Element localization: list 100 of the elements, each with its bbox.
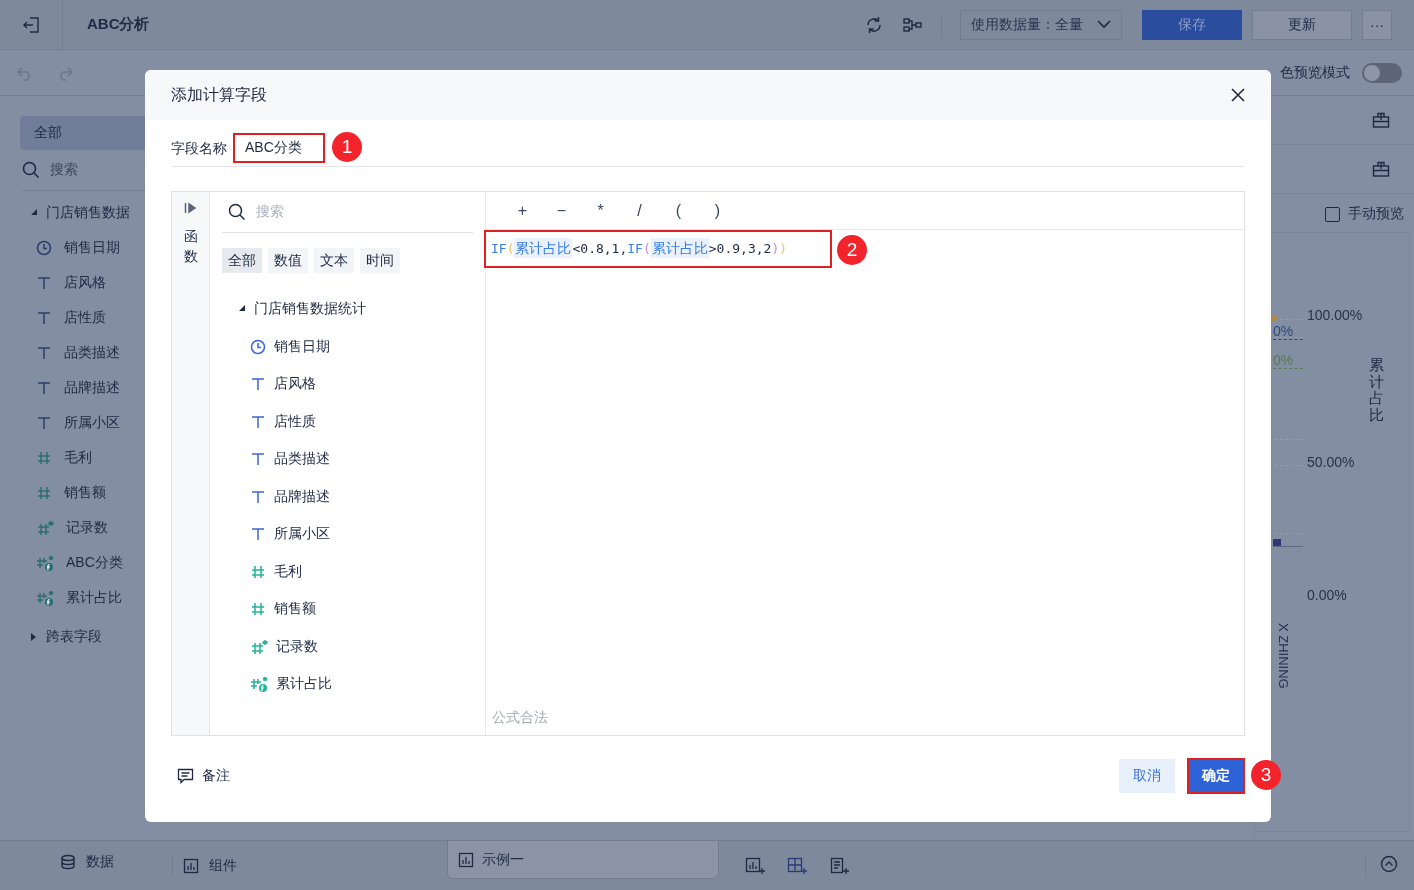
toggle-switch[interactable] bbox=[1362, 62, 1402, 83]
hash-icon bbox=[36, 449, 52, 466]
report-title: ABC分析 bbox=[87, 15, 150, 34]
data-scope-dropdown[interactable]: 使用数据量：全量 bbox=[960, 9, 1122, 40]
operator-button[interactable]: * bbox=[588, 201, 613, 220]
hash-icon bbox=[250, 638, 268, 655]
operator-button[interactable]: ) bbox=[705, 201, 730, 220]
field-item[interactable]: 所属小区 bbox=[274, 525, 330, 543]
line-label: 0% bbox=[1273, 323, 1303, 340]
confirm-button[interactable]: 确定 bbox=[1189, 760, 1243, 792]
more-button[interactable]: ··· bbox=[1362, 9, 1392, 40]
field-item[interactable]: 品类描述 bbox=[64, 343, 120, 362]
text-type-icon bbox=[250, 526, 266, 542]
field-item[interactable]: 记录数 bbox=[66, 518, 108, 537]
tab-label: 示例一 bbox=[482, 850, 524, 869]
refresh-icon[interactable] bbox=[865, 15, 883, 34]
operator-button[interactable]: / bbox=[627, 201, 652, 220]
manual-preview-label: 手动预览 bbox=[1348, 205, 1404, 223]
dialog-title: 添加计算字段 bbox=[171, 84, 267, 105]
field-item[interactable]: 店性质 bbox=[64, 308, 106, 327]
search-icon bbox=[228, 203, 246, 221]
field-filter-tab[interactable]: 全部 bbox=[20, 116, 145, 150]
sheet-tab[interactable]: 示例一 bbox=[447, 841, 719, 879]
expand-icon[interactable] bbox=[30, 632, 38, 641]
field-item[interactable]: 累计占比 bbox=[66, 588, 122, 607]
field-item[interactable]: 店性质 bbox=[274, 412, 316, 431]
bottom-tab[interactable]: 数据 bbox=[0, 841, 114, 883]
collapse-up-icon[interactable] bbox=[1380, 855, 1398, 873]
field-item[interactable]: 品类描述 bbox=[274, 450, 330, 468]
field-item[interactable]: 毛利 bbox=[64, 448, 92, 467]
tree-folder[interactable]: 门店销售数据 bbox=[46, 203, 130, 222]
text-type-icon bbox=[36, 379, 52, 396]
axis-title: 累计占比 bbox=[1369, 357, 1384, 423]
preview-mode-label: 色预览模式 bbox=[1280, 63, 1350, 82]
axis-label: 100.00% bbox=[1307, 307, 1363, 323]
text-type-icon bbox=[36, 344, 52, 361]
toolbox-icon[interactable] bbox=[1372, 161, 1390, 177]
data-point bbox=[1271, 315, 1277, 321]
field-item[interactable]: 店风格 bbox=[64, 273, 106, 292]
field-name-input[interactable]: ABC分类 bbox=[233, 133, 325, 163]
field-item[interactable]: 记录数 bbox=[276, 637, 318, 656]
add-chart-icon[interactable] bbox=[745, 856, 765, 875]
update-button[interactable]: 更新 bbox=[1252, 9, 1352, 40]
toolbox-icon[interactable] bbox=[1372, 112, 1390, 128]
functions-tab[interactable]: 函数 bbox=[183, 226, 198, 267]
field-item[interactable]: 品牌描述 bbox=[64, 378, 120, 397]
field-item[interactable]: 销售日期 bbox=[274, 337, 330, 356]
field-item[interactable]: 所属小区 bbox=[64, 413, 120, 432]
flow-icon[interactable] bbox=[903, 16, 923, 33]
hash-icon bbox=[36, 519, 54, 536]
hash-icon bbox=[250, 563, 266, 580]
text-type-icon bbox=[250, 376, 266, 392]
field-item[interactable]: 累计占比 bbox=[276, 675, 332, 693]
line-label: 0% bbox=[1273, 352, 1303, 369]
add-table-icon[interactable] bbox=[787, 856, 807, 875]
calculated-field-icon bbox=[36, 589, 54, 606]
filter-tab[interactable]: 数值 bbox=[268, 248, 308, 273]
cancel-button[interactable]: 取消 bbox=[1119, 759, 1175, 793]
text-type-icon bbox=[250, 451, 266, 467]
chevron-down-icon bbox=[1097, 20, 1111, 29]
tree-folder[interactable]: 门店销售数据统计 bbox=[254, 300, 366, 318]
axis-label: 0.00% bbox=[1307, 587, 1347, 603]
hash-icon bbox=[36, 484, 52, 501]
note-button[interactable]: 备注 bbox=[177, 767, 230, 785]
filter-tab[interactable]: 文本 bbox=[314, 248, 354, 273]
add-report-icon[interactable] bbox=[829, 856, 849, 875]
field-item[interactable]: 销售额 bbox=[274, 600, 316, 618]
clock-icon bbox=[36, 239, 52, 256]
bar-chart-icon bbox=[183, 857, 199, 874]
field-item[interactable]: 销售额 bbox=[64, 483, 106, 502]
exit-icon[interactable] bbox=[22, 15, 40, 34]
formula-text[interactable]: IF(累计占比<0.8,1,IF(累计占比>0.9,3,2)) bbox=[491, 240, 788, 258]
bar bbox=[1273, 539, 1281, 546]
tab-label: 数据 bbox=[86, 853, 114, 871]
filter-tab[interactable]: 全部 bbox=[222, 248, 262, 273]
tree-folder[interactable]: 跨表字段 bbox=[46, 627, 102, 646]
checkbox[interactable] bbox=[1325, 206, 1340, 222]
step-badge: 3 bbox=[1251, 760, 1281, 790]
operator-button[interactable]: + bbox=[510, 201, 535, 220]
field-item[interactable]: 品牌描述 bbox=[274, 487, 330, 506]
calculated-field-icon bbox=[36, 554, 54, 571]
field-name-label: 字段名称 bbox=[171, 140, 227, 158]
clock-icon bbox=[250, 338, 266, 355]
field-item[interactable]: 店风格 bbox=[274, 375, 316, 393]
close-button[interactable] bbox=[1231, 88, 1245, 102]
field-item[interactable]: 销售日期 bbox=[64, 238, 120, 257]
collapse-icon[interactable] bbox=[238, 305, 246, 313]
field-item[interactable]: 毛利 bbox=[274, 562, 302, 581]
operator-button[interactable]: ( bbox=[666, 201, 691, 220]
text-type-icon bbox=[36, 274, 52, 291]
tab-label: 组件 bbox=[209, 856, 237, 875]
bottom-tab[interactable]: 组件 bbox=[172, 856, 237, 875]
step-badge: 2 bbox=[837, 235, 867, 265]
text-type-icon bbox=[36, 309, 52, 326]
hash-icon bbox=[250, 601, 266, 617]
insert-icon[interactable] bbox=[183, 202, 198, 214]
operator-button[interactable]: − bbox=[549, 201, 574, 220]
axis-label: 50.00% bbox=[1307, 454, 1355, 470]
field-item[interactable]: ABC分类 bbox=[66, 553, 123, 572]
filter-tab[interactable]: 时间 bbox=[360, 248, 400, 273]
